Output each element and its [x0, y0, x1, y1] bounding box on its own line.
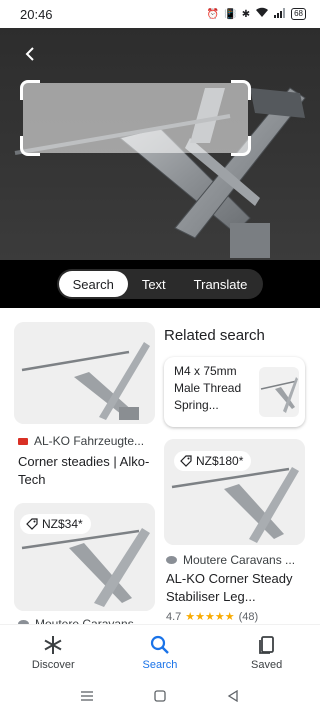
price-badge-3: NZ$180*	[174, 451, 252, 471]
related-search-chip[interactable]: M4 x 75mm Male Thread Spring...	[164, 357, 305, 427]
star-rating-icon: ★★★★★	[185, 611, 235, 623]
home-button[interactable]	[150, 686, 170, 706]
results-sheet: AL-KO Fahrzeugte... Corner steadies | Al…	[0, 308, 320, 638]
status-bar: 20:46 ⏰ 📳 ✱ 68	[0, 0, 320, 28]
chevron-left-icon	[25, 47, 34, 61]
status-icons: ⏰ 📳 ✱ 68	[207, 7, 306, 21]
result-source-3: Moutere Caravans ...	[166, 553, 295, 567]
price-tag-icon	[26, 518, 38, 530]
wifi-icon	[255, 7, 269, 21]
crop-handle-top-right[interactable]	[231, 80, 251, 100]
result-rating-3: 4.7 ★★★★★ (48)	[166, 610, 259, 624]
saved-collections-icon	[258, 636, 274, 654]
price-badge-2: NZ$34*	[20, 514, 91, 534]
price-tag-icon	[180, 455, 192, 467]
related-query-text: M4 x 75mm Male Thread Spring...	[174, 364, 242, 412]
back-button[interactable]	[16, 40, 44, 68]
site-favicon	[18, 437, 28, 445]
battery-icon: 68	[291, 8, 306, 20]
product-photo	[14, 322, 155, 424]
related-search-heading: Related search	[164, 327, 265, 344]
result-source-1: AL-KO Fahrzeugte...	[18, 434, 144, 448]
crop-handle-bottom-left[interactable]	[20, 136, 40, 156]
lens-image-area[interactable]: Search Text Translate	[0, 28, 320, 308]
result-title-3[interactable]: AL-KO Corner Steady Stabiliser Leg...	[166, 570, 311, 606]
crop-selection[interactable]	[20, 80, 251, 156]
tab-text[interactable]: Text	[128, 271, 180, 297]
tab-search[interactable]: Search	[58, 271, 128, 297]
nav-search[interactable]: Search	[115, 634, 205, 671]
crop-handle-top-left[interactable]	[20, 80, 40, 100]
status-time: 20:46	[20, 6, 53, 22]
result-image-1[interactable]	[14, 322, 155, 424]
site-favicon	[166, 556, 177, 564]
mode-switcher: Search Text Translate	[56, 269, 264, 299]
nav-saved[interactable]: Saved	[222, 634, 312, 671]
recents-button[interactable]	[77, 686, 97, 706]
nav-discover[interactable]: Discover	[8, 634, 98, 671]
tab-translate[interactable]: Translate	[180, 271, 262, 297]
bluetooth-icon: ✱	[241, 8, 251, 20]
asterisk-icon	[44, 636, 62, 654]
result-title-1[interactable]: Corner steadies | Alko-Tech	[18, 453, 158, 489]
related-thumbnail	[259, 367, 299, 417]
back-nav-button[interactable]	[223, 686, 243, 706]
search-icon	[150, 635, 169, 654]
menu-lines-icon	[80, 690, 93, 701]
bottom-nav: Discover Search Saved	[0, 624, 320, 680]
signal-icon	[274, 7, 286, 21]
home-square-icon	[154, 689, 166, 702]
alarm-icon: ⏰	[206, 8, 220, 20]
crop-handle-bottom-right[interactable]	[231, 136, 251, 156]
vibrate-icon: 📳	[224, 8, 237, 20]
system-nav-bar	[0, 680, 320, 711]
back-triangle-icon	[228, 689, 238, 702]
mode-bar: Search Text Translate	[0, 260, 320, 308]
